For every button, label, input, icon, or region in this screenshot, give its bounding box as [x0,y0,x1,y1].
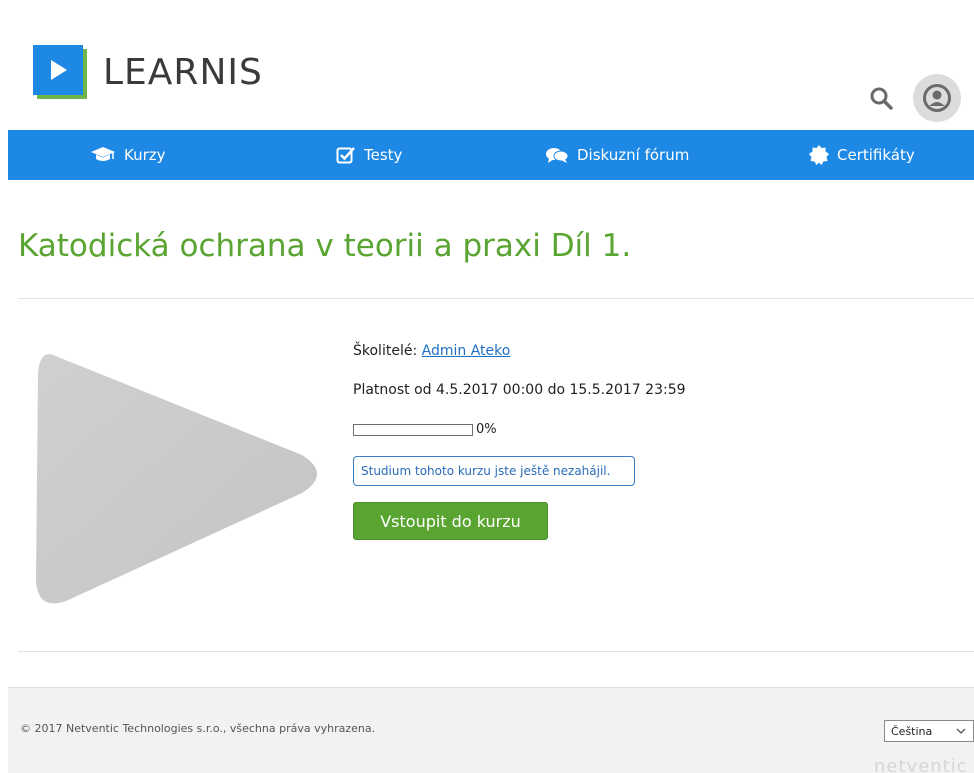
trainers-line: Školitelé: Admin Ateko [353,343,510,359]
course-title: Katodická ochrana v teorii a praxi Díl 1… [18,228,632,264]
trainers-label: Školitelé: [353,343,418,359]
progress-label: 0% [476,422,497,437]
logo[interactable]: LEARNIS [33,45,263,100]
search-icon[interactable] [869,86,895,112]
nav-label: Kurzy [124,146,166,164]
copyright-text: © 2017 Netventic Technologies s.r.o., vš… [20,722,376,735]
certificate-badge-icon [809,145,829,165]
language-select[interactable]: Čeština [884,720,974,742]
nav-label: Certifikáty [837,146,915,164]
progress: 0% [353,422,497,437]
course-thumbnail-play-icon[interactable] [30,333,330,615]
main-nav: Kurzy Testy Diskuzní fórum Certifikáty [8,130,974,180]
page: LEARNIS Kurzy Testy Diskuzní fórum Certi… [0,0,974,773]
progress-bar [353,423,473,436]
user-icon [923,84,951,112]
nav-item-certifikaty[interactable]: Certifikáty [809,130,915,180]
chevron-down-icon [956,728,966,734]
divider [18,651,974,652]
footer: © 2017 Netventic Technologies s.r.o., vš… [8,687,974,773]
logo-text: LEARNIS [103,52,263,93]
brand-logo-text: netventic [874,756,968,773]
status-notice: Studium tohoto kurzu jste ještě nezaháji… [353,456,635,486]
nav-item-testy[interactable]: Testy [336,130,402,180]
language-selected: Čeština [891,724,933,738]
enter-course-button[interactable]: Vstoupit do kurzu [353,502,548,540]
divider [18,298,974,299]
checkbox-icon [336,147,355,164]
chat-bubbles-icon [546,148,569,163]
user-avatar[interactable] [913,74,961,122]
nav-item-diskuzni-forum[interactable]: Diskuzní fórum [545,130,689,180]
validity-text: Platnost od 4.5.2017 00:00 do 15.5.2017 … [353,382,686,398]
trainer-link[interactable]: Admin Ateko [422,343,511,359]
logo-play-icon [33,45,88,100]
header: LEARNIS [0,0,974,130]
graduation-cap-icon [91,147,115,161]
nav-item-kurzy[interactable]: Kurzy [90,130,166,180]
nav-label: Diskuzní fórum [577,146,690,164]
nav-label: Testy [364,146,403,164]
